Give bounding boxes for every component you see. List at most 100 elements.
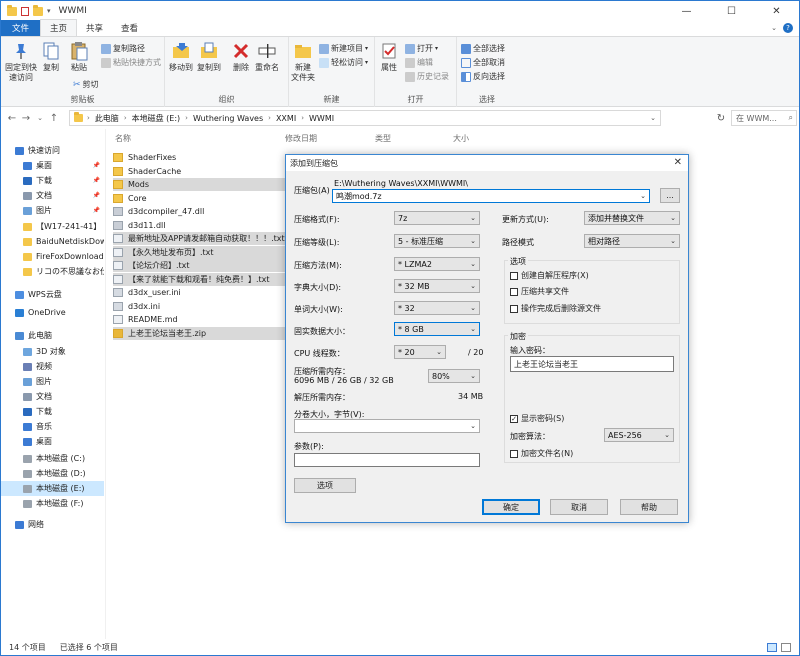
cut-button[interactable]: ✂ 剪切 xyxy=(73,79,99,90)
sidebar-item[interactable]: 【W17-241-41】 xyxy=(1,219,104,234)
threads-select[interactable]: * 20 ⌄ xyxy=(394,345,446,359)
breadcrumb-xxmi[interactable]: XXMI xyxy=(271,114,301,123)
password-input[interactable]: 上老王论坛当老王 xyxy=(510,356,674,372)
recent-dropdown-icon[interactable]: ⌄ xyxy=(33,114,47,122)
sidebar-item[interactable]: 视频 xyxy=(1,359,104,374)
tab-file[interactable]: 文件 xyxy=(1,20,41,36)
sidebar-item[interactable]: 文档 📌 xyxy=(1,188,104,203)
breadcrumb-wwmi[interactable]: WWMI xyxy=(304,114,339,123)
file-row[interactable]: 【来了就能下载和观看！纯免费！】.txt xyxy=(113,272,287,286)
pin-icon[interactable]: 📌 xyxy=(93,207,100,214)
sidebar-item[interactable]: 桌面 📌 xyxy=(1,158,104,173)
quick-access-dropdown-icon[interactable]: ▾ xyxy=(47,7,51,15)
archive-name-input[interactable]: 鸣潮mod.7z ⌄ xyxy=(332,189,650,203)
minimize-button[interactable]: — xyxy=(664,1,709,21)
pin-icon[interactable]: 📌 xyxy=(93,162,100,169)
browse-button[interactable]: ... xyxy=(660,188,680,203)
search-input[interactable]: 在 WWM... ⌕ xyxy=(731,110,797,126)
update-select[interactable]: 添加并替换文件 ⌄ xyxy=(584,211,680,225)
help-icon[interactable]: ? xyxy=(783,23,793,33)
sidebar-item[interactable]: 下载 📌 xyxy=(1,173,104,188)
pin-quick-access-button[interactable]: 固定到快 速访问 xyxy=(5,41,37,83)
sidebar-item[interactable]: OneDrive xyxy=(1,305,104,320)
level-select[interactable]: 5 - 标准压缩 ⌄ xyxy=(394,234,480,248)
maximize-button[interactable]: ☐ xyxy=(709,1,754,21)
file-row[interactable]: d3dcompiler_47.dll xyxy=(113,205,287,218)
pane-divider[interactable] xyxy=(105,129,106,639)
params-input[interactable] xyxy=(294,453,480,467)
format-select[interactable]: 7z ⌄ xyxy=(394,211,480,225)
copy-to-button[interactable]: 复制到 xyxy=(197,41,221,73)
delete-button[interactable]: 删除 xyxy=(231,41,251,73)
close-button[interactable]: ✕ xyxy=(754,1,799,21)
chevron-down-icon[interactable]: ⌄ xyxy=(771,24,777,32)
up-arrow-icon[interactable]: ↑ xyxy=(47,113,61,124)
cancel-button[interactable]: 取消 xyxy=(550,499,608,515)
file-row[interactable]: d3d11.dll xyxy=(113,219,287,232)
sidebar-item[interactable]: 本地磁盘 (D:) xyxy=(1,466,104,481)
help-button[interactable]: 帮助 xyxy=(620,499,678,515)
file-row[interactable]: Mods xyxy=(113,178,287,191)
file-row[interactable]: d3dx_user.ini xyxy=(113,286,287,299)
options-button[interactable]: 选项 xyxy=(294,478,356,493)
file-row[interactable]: 上老王论坛当老王.zip xyxy=(113,326,287,340)
delete-after-checkbox[interactable]: 操作完成后删除源文件 xyxy=(510,303,601,314)
column-size[interactable]: 大小 xyxy=(453,133,469,144)
address-dropdown-icon[interactable]: ⌄ xyxy=(650,114,656,122)
word-select[interactable]: * 32 ⌄ xyxy=(394,301,480,315)
show-password-checkbox[interactable]: ✓ 显示密码(S) xyxy=(510,413,564,424)
easy-access-button[interactable]: 轻松访问 ▾ xyxy=(319,57,368,68)
details-view-icon[interactable] xyxy=(767,643,777,652)
shared-files-checkbox[interactable]: 压缩共享文件 xyxy=(510,286,569,297)
column-type[interactable]: 类型 xyxy=(375,133,391,144)
copy-button[interactable]: 复制 xyxy=(41,41,61,73)
tab-home[interactable]: 主页 xyxy=(40,19,78,36)
pin-icon[interactable]: 📌 xyxy=(93,177,100,184)
file-row[interactable]: 最新地址及APP请发邮箱自动获取！！！.txt xyxy=(113,232,287,245)
history-button[interactable]: 历史记录 xyxy=(405,71,449,82)
sidebar-item[interactable]: 本地磁盘 (C:) xyxy=(1,451,104,466)
open-button[interactable]: 打开 ▾ xyxy=(405,43,438,54)
invert-selection-button[interactable]: 反向选择 xyxy=(461,71,505,82)
sidebar-item[interactable]: 文档 xyxy=(1,389,104,404)
memory-percent-select[interactable]: 80% ⌄ xyxy=(428,369,480,383)
encrypt-names-checkbox[interactable]: 加密文件名(N) xyxy=(510,448,573,459)
sidebar-item[interactable]: 桌面 xyxy=(1,434,104,449)
properties-button[interactable]: 属性 xyxy=(379,41,399,73)
file-row[interactable]: ShaderFixes xyxy=(113,151,287,164)
sfx-checkbox[interactable]: 创建自解压程序(X) xyxy=(510,270,589,281)
sidebar-item[interactable]: 3D 对象 xyxy=(1,344,104,359)
paste-button[interactable]: 粘贴 xyxy=(69,41,89,73)
breadcrumb-drive-e[interactable]: 本地磁盘 (E:) xyxy=(127,113,186,124)
move-to-button[interactable]: 移动到 xyxy=(169,41,193,73)
ok-button[interactable]: 确定 xyxy=(482,499,540,515)
pin-icon[interactable]: 📌 xyxy=(93,192,100,199)
file-row[interactable]: 【永久地址发布页】.txt xyxy=(113,245,287,259)
sidebar-item[interactable]: 图片 📌 xyxy=(1,203,104,218)
dict-select[interactable]: * 32 MB ⌄ xyxy=(394,279,480,293)
new-folder-icon[interactable] xyxy=(33,4,43,16)
file-row[interactable]: 【论坛介绍】.txt xyxy=(113,259,287,272)
sidebar-item[interactable]: 网络 xyxy=(1,517,104,532)
file-row[interactable]: Core xyxy=(113,192,287,205)
file-row[interactable]: ShaderCache xyxy=(113,165,287,178)
select-all-button[interactable]: 全部选择 xyxy=(461,43,505,54)
sidebar-item[interactable]: 本地磁盘 (F:) xyxy=(1,496,104,511)
rename-button[interactable]: 重命名 xyxy=(255,41,279,73)
solid-select[interactable]: * 8 GB ⌄ xyxy=(394,322,480,336)
sidebar-item[interactable]: 此电脑 xyxy=(1,328,104,343)
copy-path-button[interactable]: 复制路径 xyxy=(101,43,145,54)
large-icons-view-icon[interactable] xyxy=(781,643,791,652)
file-row[interactable]: d3dx.ini xyxy=(113,300,287,313)
paste-shortcut-button[interactable]: 粘贴快捷方式 xyxy=(101,57,161,68)
sidebar-item[interactable]: FireFoxDownload xyxy=(1,249,104,264)
file-row[interactable]: README.md xyxy=(113,313,287,326)
sidebar-item[interactable]: 图片 xyxy=(1,374,104,389)
edit-button[interactable]: 编辑 xyxy=(405,57,433,68)
path-mode-select[interactable]: 相对路径 ⌄ xyxy=(584,234,680,248)
tab-share[interactable]: 共享 xyxy=(77,20,112,36)
forward-arrow-icon[interactable]: → xyxy=(19,113,33,124)
method-select[interactable]: * LZMA2 ⌄ xyxy=(394,257,480,271)
sidebar-item[interactable]: 下载 xyxy=(1,404,104,419)
breadcrumb-wuthering-waves[interactable]: Wuthering Waves xyxy=(188,114,268,123)
